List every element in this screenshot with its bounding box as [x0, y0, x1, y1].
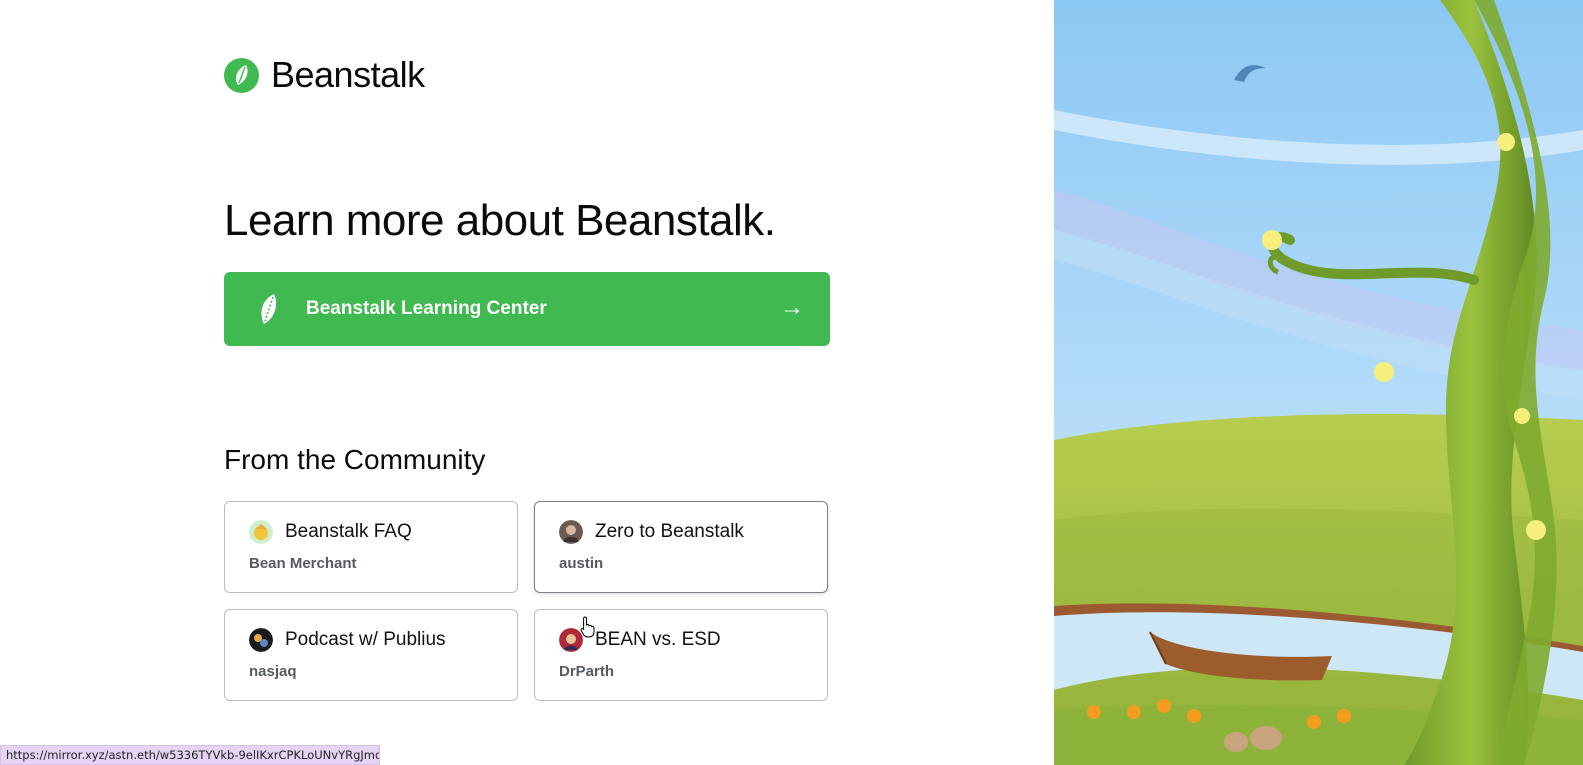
- card-header: Beanstalk FAQ: [249, 520, 412, 544]
- arrow-right-icon: →: [780, 294, 804, 321]
- hand-cursor-icon: [580, 616, 595, 638]
- card-title: BEAN vs. ESD: [595, 629, 721, 650]
- status-bar-url: https://mirror.xyz/astn.eth/w5336TYVkb-9…: [0, 745, 380, 765]
- learning-center-button[interactable]: Beanstalk Learning Center →: [224, 272, 830, 346]
- brand-name: Beanstalk: [271, 54, 425, 95]
- card-title: Beanstalk FAQ: [285, 521, 412, 542]
- bean-leaf-icon: [224, 57, 259, 93]
- community-section-title: From the Community: [224, 444, 486, 475]
- card-header: Zero to Beanstalk: [559, 520, 744, 544]
- card-title: Zero to Beanstalk: [595, 521, 744, 542]
- community-card-bean-vs-esd[interactable]: BEAN vs. ESD DrParth: [534, 609, 828, 701]
- community-card-zero-to-beanstalk[interactable]: Zero to Beanstalk austin: [534, 501, 828, 593]
- community-card-podcast-publius[interactable]: Podcast w/ Publius nasjaq: [224, 609, 518, 701]
- card-author: Bean Merchant: [249, 555, 357, 572]
- page-headline: Learn more about Beanstalk.: [224, 196, 776, 245]
- card-author: austin: [559, 555, 604, 572]
- card-title: Podcast w/ Publius: [285, 629, 446, 650]
- beanstalk-illustration: [1054, 0, 1583, 765]
- avatar: [249, 520, 273, 544]
- avatar: [249, 628, 273, 652]
- brand-logo[interactable]: Beanstalk: [224, 54, 425, 96]
- bean-leaf-icon: [256, 291, 282, 327]
- card-header: Podcast w/ Publius: [249, 628, 446, 652]
- card-author: DrParth: [559, 663, 615, 680]
- community-card-beanstalk-faq[interactable]: Beanstalk FAQ Bean Merchant: [224, 501, 518, 593]
- card-author: nasjaq: [249, 663, 297, 680]
- content-pane: Beanstalk Learn more about Beanstalk. Be…: [0, 0, 1054, 765]
- learning-center-label: Beanstalk Learning Center: [306, 298, 547, 319]
- avatar: [559, 520, 583, 544]
